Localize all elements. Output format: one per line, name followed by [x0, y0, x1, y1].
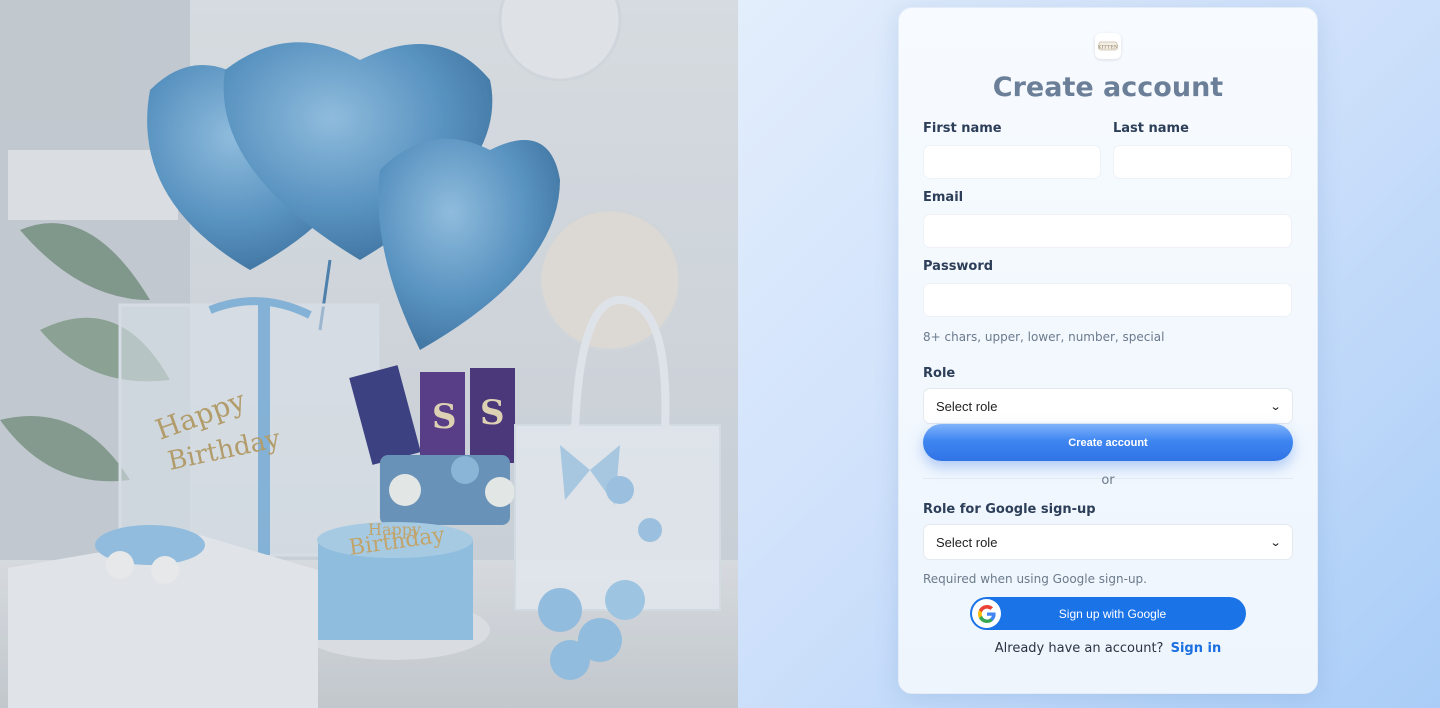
page-title: Create account [992, 72, 1224, 103]
google-role-select[interactable]: Select role ⌄ [923, 524, 1293, 560]
signup-panel: KITTEN Create account First name Last na… [738, 0, 1440, 708]
google-signup-label: Sign up with Google [1058, 606, 1167, 621]
chevron-down-icon: ⌄ [1269, 536, 1282, 549]
last-name-label: Last name [1113, 121, 1189, 136]
signin-prompt: Already have an account? [994, 641, 1164, 656]
brand-logo-icon: KITTEN [1095, 33, 1121, 59]
role-select[interactable]: Select role ⌄ [923, 388, 1293, 424]
password-hint: 8+ chars, upper, lower, number, special [923, 330, 1165, 344]
google-role-select-value: Select role [936, 534, 998, 550]
first-name-label: First name [923, 121, 1002, 136]
signin-link[interactable]: Sign in [1171, 641, 1222, 656]
last-name-field[interactable] [1113, 145, 1292, 179]
birthday-gift-illustration: Happy Birthday S S Birthday Happy [0, 0, 738, 708]
google-role-hint: Required when using Google sign-up. [923, 572, 1147, 586]
svg-text:KITTEN: KITTEN [1098, 45, 1118, 51]
chevron-down-icon: ⌄ [1269, 400, 1282, 413]
password-label: Password [923, 259, 994, 274]
signin-row: Already have an account? Sign in [899, 641, 1317, 656]
google-icon [972, 599, 1001, 628]
or-separator: or [1101, 473, 1115, 488]
email-label: Email [923, 190, 964, 205]
role-label: Role [923, 366, 956, 381]
create-account-button[interactable]: Create account [923, 424, 1293, 461]
role-select-value: Select role [936, 398, 998, 414]
signup-card: KITTEN Create account First name Last na… [898, 7, 1318, 694]
password-field[interactable] [923, 283, 1292, 317]
email-field[interactable] [923, 214, 1292, 248]
first-name-field[interactable] [923, 145, 1101, 179]
google-role-label: Role for Google sign-up [923, 502, 1096, 517]
google-signup-button[interactable]: Sign up with Google [970, 597, 1246, 630]
hero-photo: Happy Birthday S S Birthday Happy [0, 0, 738, 708]
